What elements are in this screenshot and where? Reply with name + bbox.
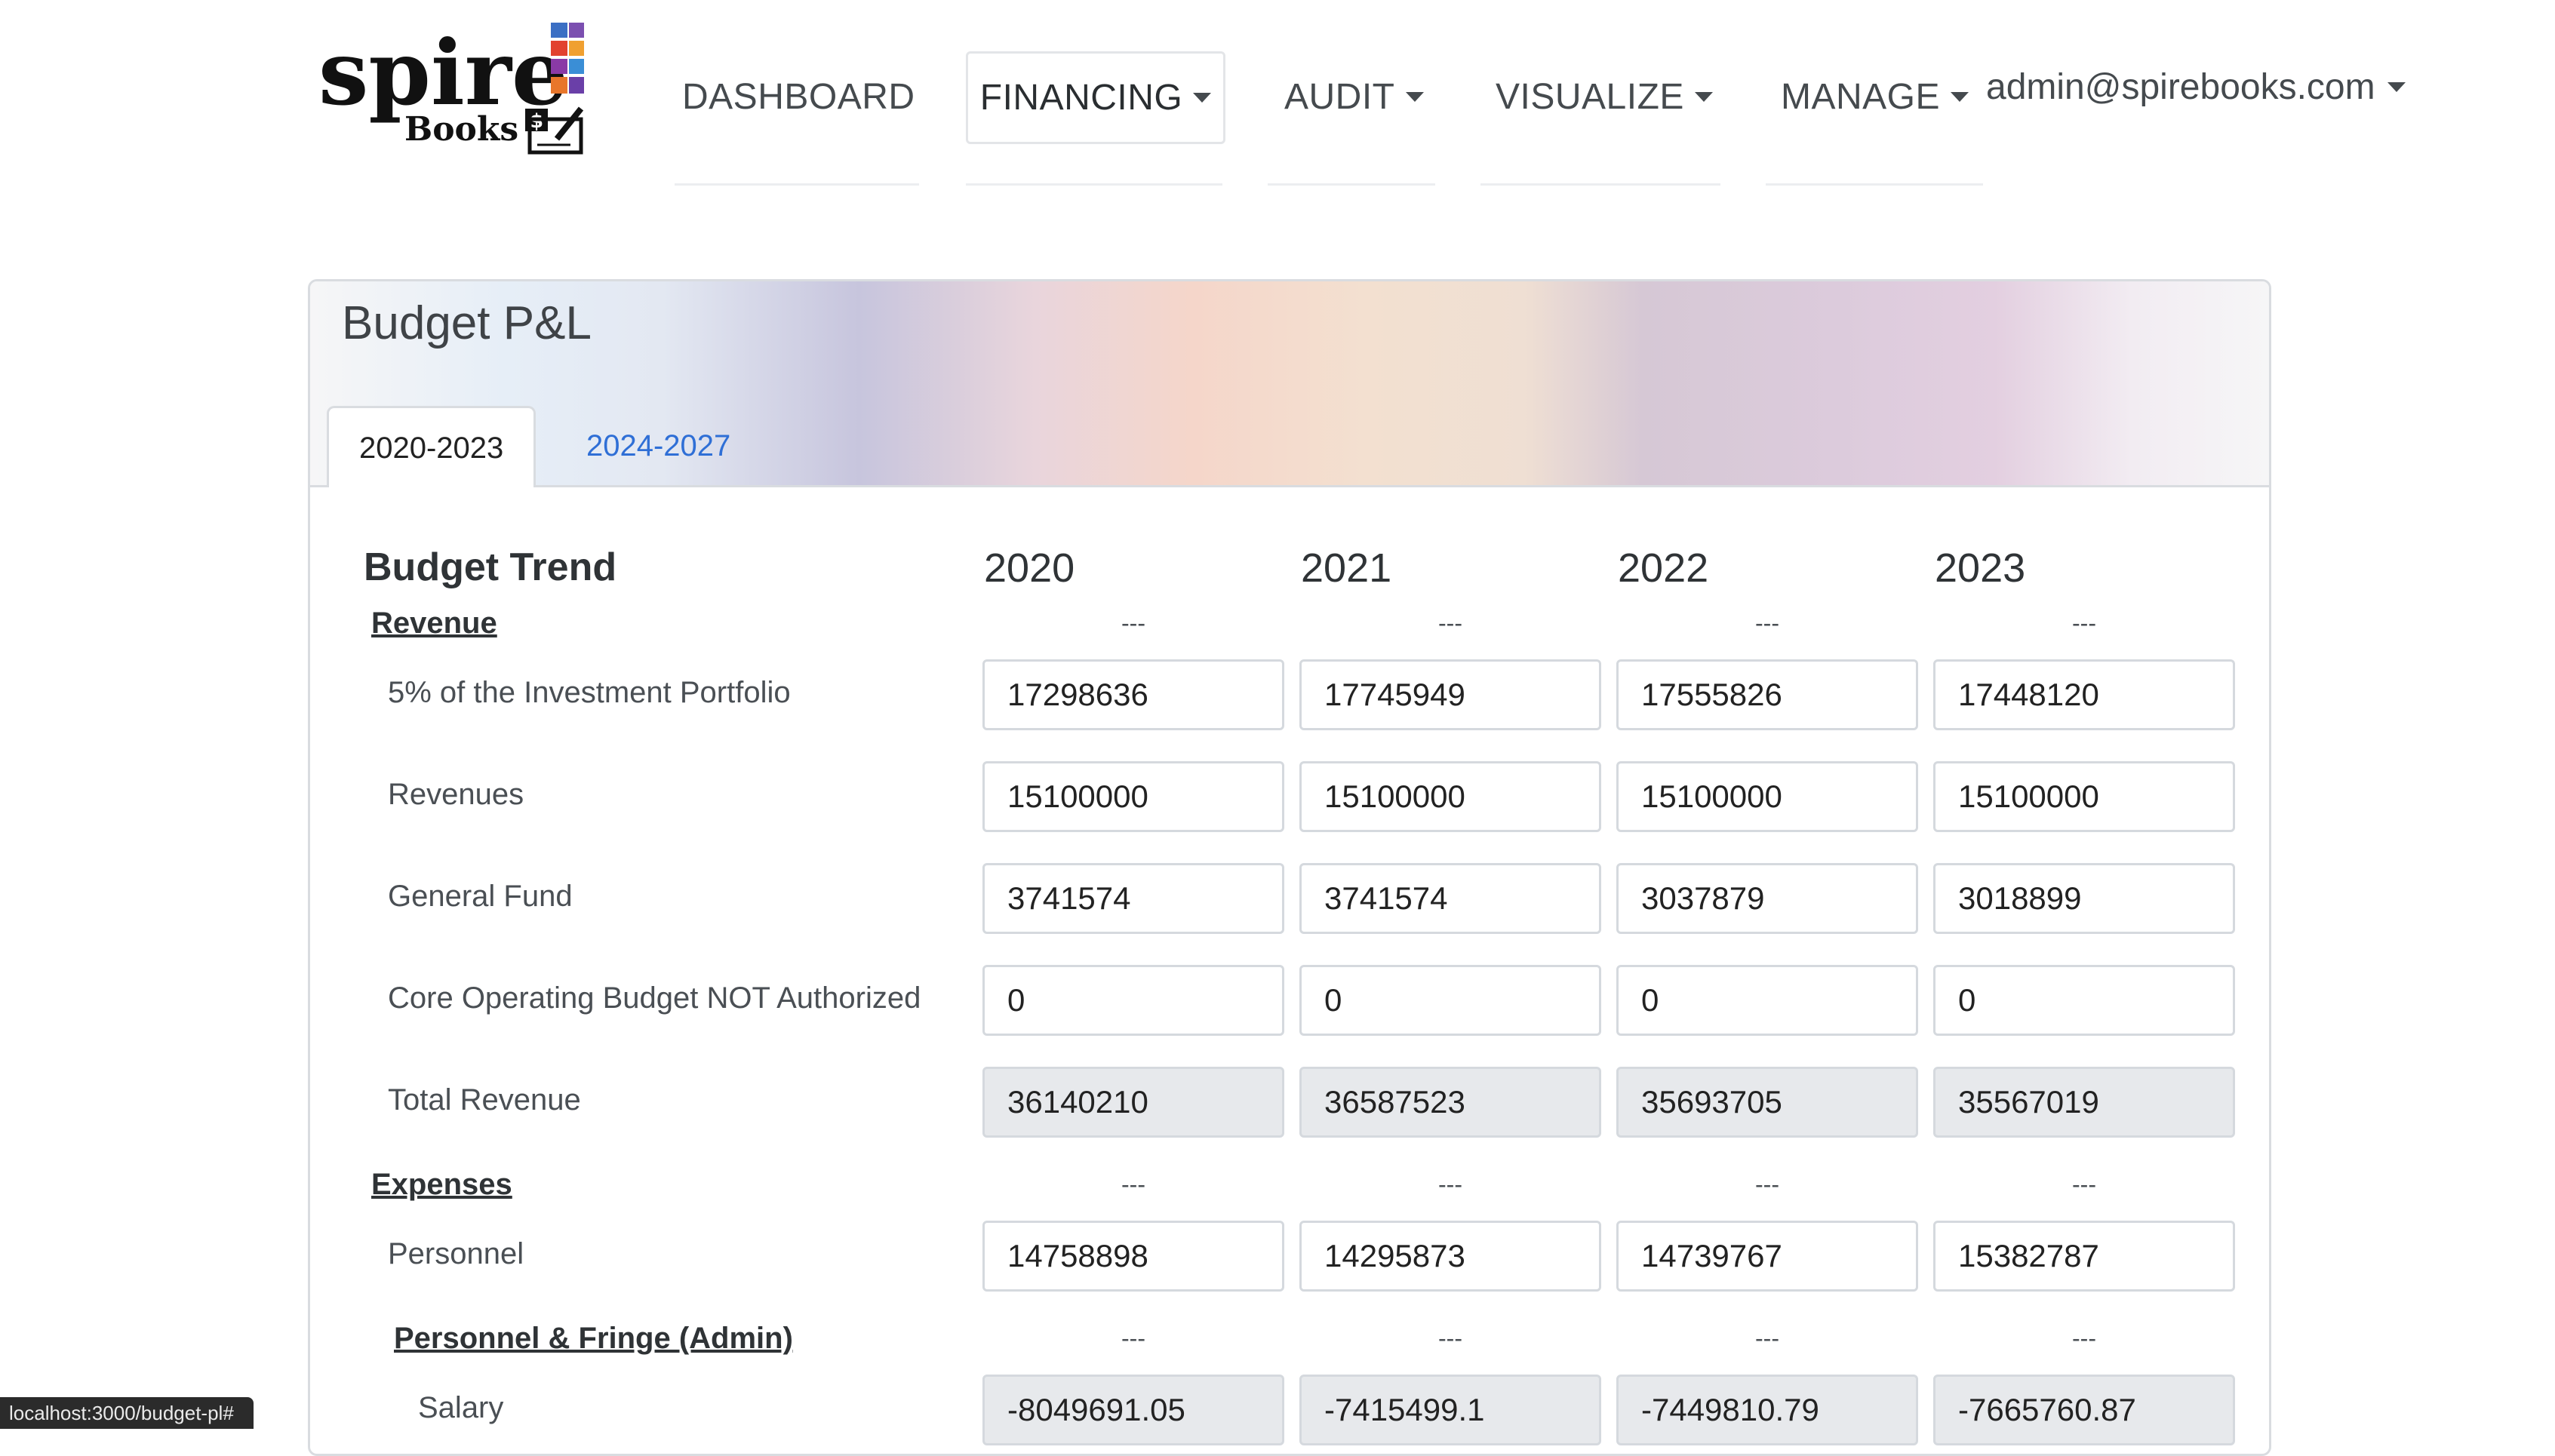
logo-subword: Books: [404, 110, 518, 149]
nav-financing[interactable]: FINANCING: [966, 51, 1225, 144]
value-input[interactable]: 17555826: [1616, 659, 1918, 730]
readonly-value: 35693705: [1616, 1067, 1918, 1138]
nav-visualize-label: VISUALIZE: [1496, 77, 1684, 117]
value-input[interactable]: 15100000: [982, 761, 1284, 832]
placeholder-dash: ---: [1755, 1325, 1779, 1352]
value-input[interactable]: 14739767: [1616, 1221, 1918, 1292]
readonly-value: -7415499.1: [1299, 1375, 1601, 1445]
nav-dashboard-label: DASHBOARD: [682, 77, 915, 117]
nav-divider: [675, 183, 919, 186]
row-label-general-fund: General Fund: [388, 880, 573, 913]
year-header: 2020: [984, 545, 1075, 591]
value-input[interactable]: 0: [1299, 965, 1601, 1036]
row-label-core-operating: Core Operating Budget NOT Authorized: [388, 981, 921, 1015]
placeholder-dash: ---: [2072, 1325, 2096, 1352]
placeholder-dash: ---: [1438, 1325, 1462, 1352]
readonly-value: -7449810.79: [1616, 1375, 1918, 1445]
value-input[interactable]: 14758898: [982, 1221, 1284, 1292]
chevron-down-icon: [1193, 92, 1212, 103]
chevron-down-icon: [1405, 91, 1424, 102]
nav-manage[interactable]: MANAGE: [1781, 53, 1969, 141]
value-input[interactable]: 3741574: [982, 863, 1284, 934]
nav-financing-label: FINANCING: [979, 78, 1183, 118]
value-input[interactable]: 0: [982, 965, 1284, 1036]
readonly-value: -8049691.05: [982, 1375, 1284, 1445]
value-input[interactable]: 15100000: [1933, 761, 2235, 832]
card-header: Budget P&L 2020-2023 2024-2027: [310, 281, 2269, 487]
value-input[interactable]: 15100000: [1616, 761, 1918, 832]
value-input[interactable]: 3037879: [1616, 863, 1918, 934]
nav-dashboard[interactable]: DASHBOARD: [682, 53, 915, 141]
placeholder-dash: ---: [1121, 1325, 1145, 1352]
readonly-value: 36587523: [1299, 1067, 1601, 1138]
user-menu[interactable]: admin@spirebooks.com: [1986, 66, 2406, 108]
placeholder-dash: ---: [1121, 610, 1145, 637]
row-label-investment: 5% of the Investment Portfolio: [388, 676, 791, 709]
section-expenses: Expenses: [371, 1168, 512, 1201]
row-label-revenues: Revenues: [388, 778, 524, 811]
chevron-down-icon: [1951, 91, 1969, 102]
budget-trend-title: Budget Trend: [364, 545, 617, 589]
spirebooks-logo[interactable]: spire Books $: [315, 20, 595, 155]
year-header: 2021: [1301, 545, 1392, 591]
row-label-total-revenue: Total Revenue: [388, 1083, 581, 1117]
readonly-value: 35567019: [1933, 1067, 2235, 1138]
value-input[interactable]: 15100000: [1299, 761, 1601, 832]
value-input[interactable]: 0: [1616, 965, 1918, 1036]
placeholder-dash: ---: [2072, 610, 2096, 637]
value-input[interactable]: 17745949: [1299, 659, 1601, 730]
value-input[interactable]: 14295873: [1299, 1221, 1601, 1292]
nav-manage-label: MANAGE: [1781, 77, 1941, 117]
placeholder-dash: ---: [1438, 1171, 1462, 1198]
value-input[interactable]: 3018899: [1933, 863, 2235, 934]
row-label-salary: Salary: [418, 1391, 504, 1424]
chevron-down-icon: [1694, 91, 1713, 102]
value-input[interactable]: 17298636: [982, 659, 1284, 730]
page-title: Budget P&L: [342, 297, 592, 349]
section-revenue: Revenue: [371, 607, 497, 640]
nav-divider: [1766, 183, 1983, 186]
value-input[interactable]: 17448120: [1933, 659, 2235, 730]
user-email: admin@spirebooks.com: [1986, 67, 2375, 107]
nav-visualize[interactable]: VISUALIZE: [1496, 53, 1713, 141]
chevron-down-icon: [2387, 81, 2406, 92]
nav-divider: [1268, 183, 1435, 186]
row-label-personnel: Personnel: [388, 1237, 524, 1270]
nav-audit[interactable]: AUDIT: [1284, 53, 1424, 141]
readonly-value: 36140210: [982, 1067, 1284, 1138]
nav-divider: [966, 183, 1222, 186]
year-header: 2023: [1935, 545, 2026, 591]
value-input[interactable]: 0: [1933, 965, 2235, 1036]
year-header: 2022: [1618, 545, 1709, 591]
nav-audit-label: AUDIT: [1284, 77, 1395, 117]
value-input[interactable]: 3741574: [1299, 863, 1601, 934]
nav-divider: [1480, 183, 1720, 186]
placeholder-dash: ---: [2072, 1171, 2096, 1198]
tab-2024-2027[interactable]: 2024-2027: [556, 406, 761, 486]
placeholder-dash: ---: [1755, 1171, 1779, 1198]
section-personnel-fringe: Personnel & Fringe (Admin): [394, 1322, 793, 1355]
placeholder-dash: ---: [1121, 1171, 1145, 1198]
value-input[interactable]: 15382787: [1933, 1221, 2235, 1292]
tab-2020-2023[interactable]: 2020-2023: [327, 406, 537, 487]
status-url: localhost:3000/budget-pl#: [0, 1397, 254, 1429]
readonly-value: -7665760.87: [1933, 1375, 2235, 1445]
svg-text:$: $: [530, 110, 543, 133]
placeholder-dash: ---: [1755, 610, 1779, 637]
placeholder-dash: ---: [1438, 610, 1462, 637]
